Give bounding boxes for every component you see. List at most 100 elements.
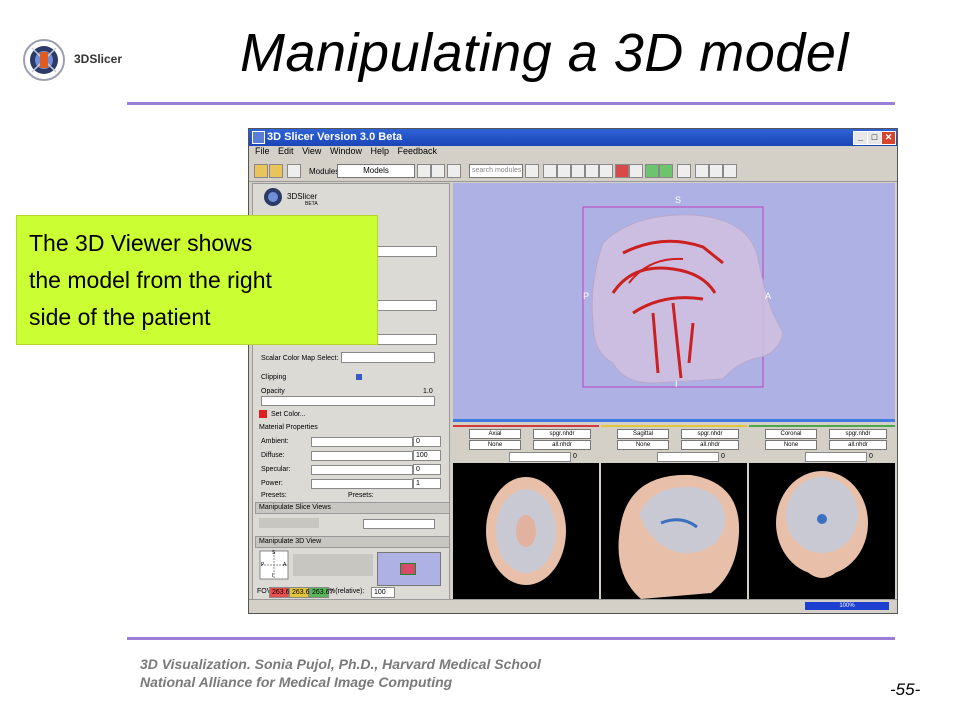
axial-volume-select[interactable]: spgr.nhdr: [533, 429, 591, 439]
material-properties-label: Material Properties: [259, 424, 318, 431]
close-button[interactable]: ✕: [881, 131, 896, 145]
zoom-field[interactable]: 100: [371, 587, 395, 598]
progress-bar: 100%: [805, 602, 889, 610]
fov-field-3[interactable]: 263.67: [309, 587, 333, 598]
sagittal-label-select[interactable]: None: [617, 440, 669, 450]
orient-posterior-label: P: [583, 291, 590, 301]
power-field[interactable]: 1: [413, 478, 441, 489]
minimize-button[interactable]: _: [853, 131, 868, 145]
module-list-icon[interactable]: [447, 164, 461, 178]
menu-help[interactable]: Help: [370, 146, 389, 156]
forward-icon[interactable]: [431, 164, 445, 178]
sagittal-slice-view[interactable]: [601, 463, 747, 599]
menu-file[interactable]: File: [255, 146, 270, 156]
set-color-button[interactable]: Set Color...: [271, 411, 306, 418]
opacity-value: 1.0: [423, 388, 433, 395]
transform-icon[interactable]: [723, 164, 737, 178]
coronal-labelmap-select[interactable]: all.nhdr: [829, 440, 887, 450]
menu-feedback[interactable]: Feedback: [398, 146, 438, 156]
ambient-field[interactable]: 0: [413, 436, 441, 447]
coronal-controller: Coronal spgr.nhdr None all.nhdr 0: [749, 425, 895, 463]
back-icon[interactable]: [417, 164, 431, 178]
layout-3d-icon[interactable]: [557, 164, 571, 178]
fov-field-2[interactable]: 263.67: [289, 587, 313, 598]
slice-view-toolbar[interactable]: [259, 518, 319, 528]
sagittal-labelmap-select[interactable]: all.nhdr: [681, 440, 739, 450]
modules-select[interactable]: Models: [337, 164, 415, 178]
zoom-label: %(relative):: [329, 588, 365, 595]
slide-title: Manipulating a 3D model: [240, 23, 849, 83]
search-modules-input[interactable]: search modules: [469, 164, 523, 178]
coronal-slice-view[interactable]: [749, 463, 895, 599]
slice-zoom-slider[interactable]: [363, 519, 435, 529]
clipping-checkbox[interactable]: [356, 374, 362, 380]
specular-slider[interactable]: [311, 465, 413, 475]
manipulate-slice-views-header[interactable]: Manipulate Slice Views: [255, 502, 450, 514]
color-swatch[interactable]: [259, 410, 267, 418]
specular-field[interactable]: 0: [413, 464, 441, 475]
axial-offset-slider[interactable]: [509, 452, 571, 462]
diffuse-slider[interactable]: [311, 451, 413, 461]
color-select-field[interactable]: [373, 334, 437, 345]
layout-four-up-icon[interactable]: [571, 164, 585, 178]
undo-icon[interactable]: [645, 164, 659, 178]
axial-label-select[interactable]: None: [469, 440, 521, 450]
coronal-label-select[interactable]: None: [765, 440, 817, 450]
menu-view[interactable]: View: [302, 146, 321, 156]
app-icon: [252, 131, 265, 144]
coronal-offset-slider[interactable]: [805, 452, 867, 462]
3d-nav-viewport[interactable]: [400, 563, 416, 575]
layout-conventional-icon[interactable]: [543, 164, 557, 178]
screenshot-icon[interactable]: [677, 164, 691, 178]
3d-viewer-bar: [453, 419, 895, 422]
load-icon[interactable]: [254, 164, 268, 178]
model-select-field[interactable]: [373, 246, 437, 257]
coronal-orientation-select[interactable]: Coronal: [765, 429, 817, 439]
diffuse-field[interactable]: 100: [413, 450, 441, 461]
sagittal-orientation-select[interactable]: Sagittal: [617, 429, 669, 439]
window-titlebar[interactable]: 3D Slicer Version 3.0 Beta _ □ ✕: [249, 129, 897, 146]
axial-controller: Axial spgr.nhdr None all.nhdr 0: [453, 425, 599, 463]
panel-logo-sub: BETA: [305, 201, 318, 207]
search-icon[interactable]: [525, 164, 539, 178]
title-rule: [127, 102, 895, 105]
page-number: -55-: [890, 680, 921, 699]
axial-labelmap-select[interactable]: all.nhdr: [533, 440, 591, 450]
power-slider[interactable]: [311, 479, 413, 489]
diffuse-label: Diffuse:: [261, 452, 285, 459]
power-label: Power:: [261, 480, 283, 487]
footer-org: National Alliance for Medical Image Comp…: [140, 674, 453, 690]
sagittal-volume-select[interactable]: spgr.nhdr: [681, 429, 739, 439]
menu-window[interactable]: Window: [330, 146, 362, 156]
3d-head-model[interactable]: [453, 183, 895, 419]
crosshair-icon[interactable]: [709, 164, 723, 178]
opacity-slider[interactable]: [261, 396, 435, 406]
ambient-slider[interactable]: [311, 437, 413, 447]
maximize-button[interactable]: □: [867, 131, 882, 145]
axial-offset-value: 0: [573, 453, 577, 460]
redo-icon[interactable]: [659, 164, 673, 178]
orient-anterior-label: A: [765, 291, 772, 301]
orient-s-label: S: [272, 550, 276, 556]
fov-field-1[interactable]: 263.67: [269, 587, 293, 598]
scalar-color-map-select[interactable]: [341, 352, 435, 363]
pick-icon[interactable]: [629, 164, 643, 178]
layout-tabbed-icon[interactable]: [585, 164, 599, 178]
axial-slice-view[interactable]: [453, 463, 599, 599]
menu-edit[interactable]: Edit: [278, 146, 294, 156]
window-level-icon[interactable]: [695, 164, 709, 178]
manipulate-3d-view-header[interactable]: Manipulate 3D View: [255, 536, 450, 548]
3d-viewer[interactable]: S P A I: [453, 183, 895, 419]
axial-orientation-select[interactable]: Axial: [469, 429, 521, 439]
3d-nav-thumbnail[interactable]: [377, 552, 441, 586]
home-icon[interactable]: [287, 164, 301, 178]
layout-single-icon[interactable]: [599, 164, 613, 178]
window-title: 3D Slicer Version 3.0 Beta: [267, 131, 403, 143]
display-field[interactable]: [373, 300, 437, 311]
coronal-volume-select[interactable]: spgr.nhdr: [829, 429, 887, 439]
sagittal-offset-slider[interactable]: [657, 452, 719, 462]
fiducial-icon[interactable]: [615, 164, 629, 178]
logo-text: 3DSlicer: [74, 52, 123, 66]
save-icon[interactable]: [269, 164, 283, 178]
3d-view-controls[interactable]: [293, 554, 373, 576]
